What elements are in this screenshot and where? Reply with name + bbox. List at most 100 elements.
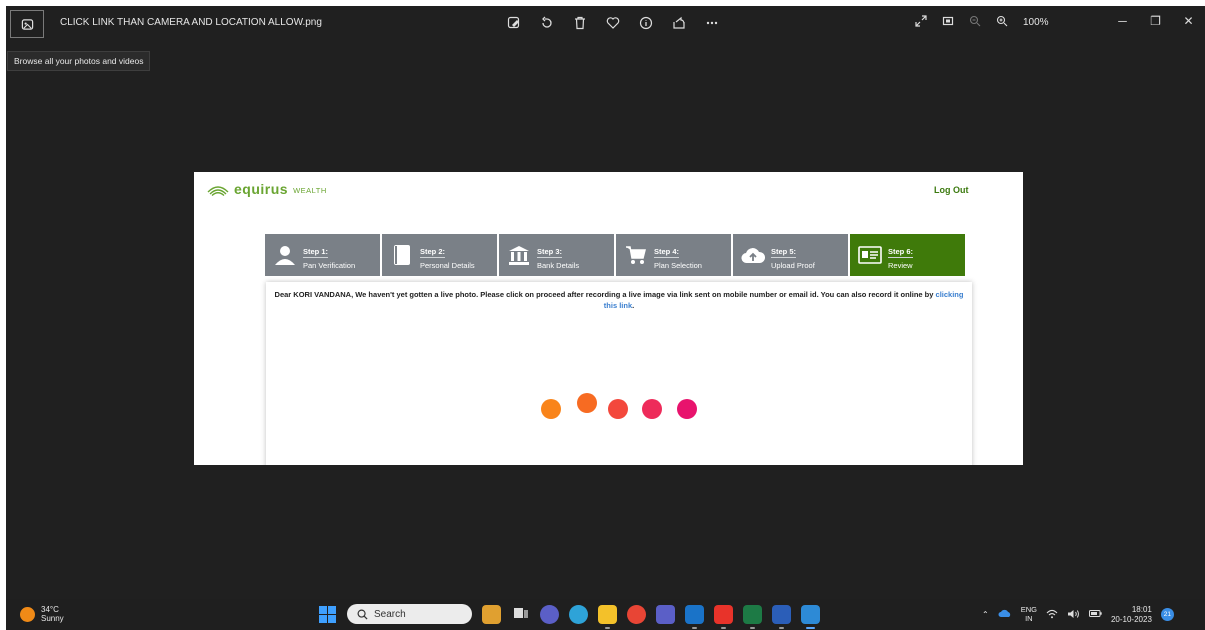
windows-icon	[319, 605, 336, 623]
brand-logo: equirus WEALTH	[207, 181, 327, 197]
weather-condition: Sunny	[41, 614, 64, 624]
tooltip: Browse all your photos and videos	[7, 51, 151, 71]
loader-dot	[642, 399, 662, 419]
step-pan-verification[interactable]: Step 1: Pan Verification	[265, 234, 380, 276]
running-indicator	[721, 626, 726, 629]
search-icon	[357, 609, 368, 620]
window-controls: ─ ❐ ✕	[1106, 6, 1205, 36]
region-code: IN	[1025, 613, 1033, 623]
fullscreen-icon[interactable]	[915, 15, 927, 30]
search-placeholder: Search	[374, 608, 406, 620]
start-button[interactable]	[318, 605, 337, 624]
running-indicator	[692, 626, 697, 629]
weather-widget[interactable]: 34°C Sunny	[20, 605, 64, 623]
brand-sub: WEALTH	[293, 186, 327, 195]
zoom-out-icon[interactable]	[969, 15, 981, 30]
running-indicator	[806, 626, 815, 629]
user-icon	[273, 243, 297, 267]
edit-icon[interactable]	[506, 15, 522, 31]
edge-icon[interactable]	[569, 604, 588, 624]
step-title: Step 3:	[537, 246, 563, 258]
cloud-upload-icon	[741, 243, 765, 267]
temperature: 34°C	[41, 605, 59, 614]
step-label: Upload Proof	[771, 260, 815, 270]
gallery-icon	[21, 18, 33, 30]
file-name: CLICK LINK THAN CAMERA AND LOCATION ALLO…	[60, 17, 322, 28]
system-tray: ⌃ ENG IN 18:01 20-10-2023 21	[982, 605, 1174, 624]
cart-icon	[624, 243, 648, 267]
delete-icon[interactable]	[572, 15, 588, 31]
step-personal-details[interactable]: Step 2: Personal Details	[382, 234, 497, 276]
notification-badge[interactable]: 21	[1160, 608, 1174, 622]
clock[interactable]: 18:01 20-10-2023	[1111, 605, 1152, 624]
bank-icon	[507, 243, 531, 267]
fit-icon[interactable]	[942, 15, 954, 30]
loader-dot	[608, 399, 628, 419]
title-bar: CLICK LINK THAN CAMERA AND LOCATION ALLO…	[6, 6, 1205, 40]
word-icon[interactable]	[772, 604, 791, 629]
teams-icon[interactable]	[656, 604, 675, 624]
more-icon[interactable]	[704, 15, 720, 31]
loader-dot	[577, 393, 597, 413]
wifi-icon[interactable]	[1046, 609, 1058, 621]
battery-icon[interactable]	[1088, 609, 1102, 620]
step-title: Step 4:	[654, 246, 680, 258]
photos-app-window: CLICK LINK THAN CAMERA AND LOCATION ALLO…	[6, 6, 1205, 630]
step-label: Personal Details	[420, 260, 475, 270]
running-indicator	[605, 626, 610, 629]
chrome-icon[interactable]	[627, 604, 646, 624]
leaf-logo-icon	[207, 186, 229, 196]
close-button[interactable]: ✕	[1172, 6, 1205, 36]
message-end: .	[632, 300, 635, 310]
step-upload-proof[interactable]: Step 5: Upload Proof	[733, 234, 848, 276]
step-review[interactable]: Step 6: Review	[850, 234, 965, 276]
briefcase-icon[interactable]	[482, 604, 501, 624]
volume-icon[interactable]	[1067, 609, 1080, 621]
anydesk-icon[interactable]	[714, 604, 733, 629]
excel-icon[interactable]	[743, 604, 762, 629]
outlook-icon[interactable]	[685, 604, 704, 629]
onedrive-icon[interactable]	[998, 609, 1012, 620]
meet-icon[interactable]	[540, 604, 559, 624]
minimize-button[interactable]: ─	[1106, 6, 1139, 36]
step-plan-selection[interactable]: Step 4: Plan Selection	[616, 234, 731, 276]
book-icon	[390, 243, 414, 267]
loader-dot	[677, 399, 697, 419]
gallery-button[interactable]	[10, 10, 44, 38]
id-card-icon	[858, 243, 882, 267]
step-label: Pan Verification	[303, 260, 356, 270]
taskbar: 34°C Sunny Search ⌃ ENG IN 18:01 20-10-2…	[6, 599, 1205, 630]
message-text: Dear KORI VANDANA, We haven't yet gotten…	[274, 290, 934, 299]
step-progress: Step 1: Pan Verification Step 2: Personal …	[265, 234, 965, 276]
edit-toolbar	[506, 15, 720, 31]
date: 20-10-2023	[1110, 614, 1152, 624]
step-bank-details[interactable]: Step 3: Bank Details	[499, 234, 614, 276]
chevron-up-icon[interactable]: ⌃	[982, 610, 989, 619]
logout-link[interactable]: Log Out	[934, 185, 969, 195]
running-indicator	[779, 626, 784, 629]
step-title: Step 5:	[771, 246, 797, 258]
language-indicator[interactable]: ENG IN	[1021, 606, 1037, 623]
view-toolbar: 100%	[915, 15, 1049, 30]
share-icon[interactable]	[671, 15, 687, 31]
loader-dot	[541, 399, 561, 419]
zoom-in-icon[interactable]	[996, 15, 1008, 30]
time: 18:01	[1131, 605, 1152, 614]
review-panel: Dear KORI VANDANA, We haven't yet gotten…	[266, 282, 972, 465]
step-title: Step 1:	[303, 246, 329, 258]
taskbar-search[interactable]: Search	[347, 604, 472, 624]
task-view-icon[interactable]	[511, 605, 530, 624]
photos-icon[interactable]	[801, 604, 820, 629]
step-title: Step 2:	[420, 246, 446, 258]
live-photo-message: Dear KORI VANDANA, We haven't yet gotten…	[274, 290, 964, 311]
file-explorer-icon[interactable]	[598, 604, 617, 629]
restore-button[interactable]: ❐	[1139, 6, 1172, 36]
taskbar-apps: Search	[318, 604, 820, 629]
displayed-screenshot: equirus WEALTH Log Out Step 1: Pan Verifi…	[194, 172, 1023, 465]
heart-icon[interactable]	[605, 15, 621, 31]
info-icon[interactable]	[638, 15, 654, 31]
rotate-icon[interactable]	[539, 15, 555, 31]
step-label: Bank Details	[537, 260, 580, 270]
zoom-level: 100%	[1023, 17, 1049, 28]
step-label: Plan Selection	[654, 260, 702, 270]
